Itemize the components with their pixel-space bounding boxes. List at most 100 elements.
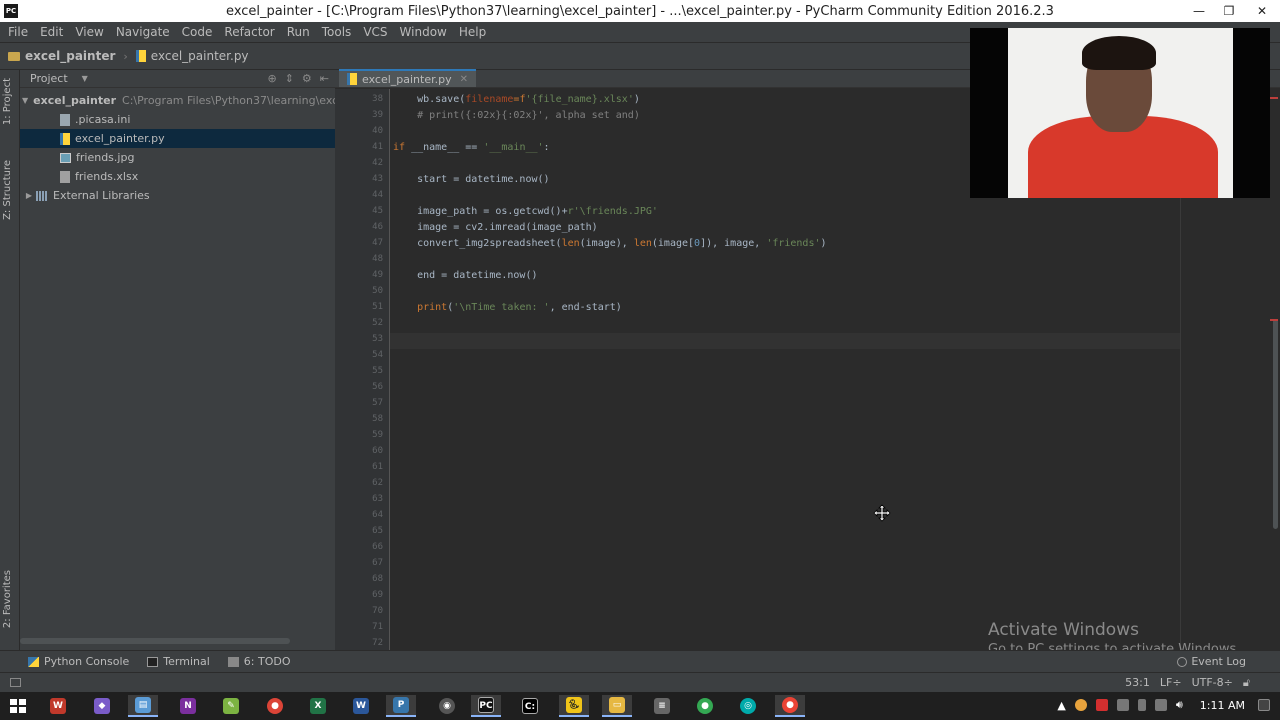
line-number: 63 [372, 494, 383, 504]
terminal-icon [147, 656, 159, 667]
code-line-38: wb.save(filename=f'{file_name}.xlsx') [393, 94, 640, 105]
tray-app-icon[interactable] [1074, 699, 1087, 711]
taskbar-word-doc-icon[interactable]: W [346, 695, 376, 717]
taskbar-notepad-icon[interactable]: ✎ [216, 695, 246, 717]
clock[interactable]: 1:11 AM [1200, 699, 1245, 712]
scrollbar-thumb[interactable] [1273, 319, 1278, 529]
hide-icon[interactable]: ⇤ [320, 72, 329, 85]
restore-button[interactable]: ❐ [1214, 0, 1244, 22]
project-view-label[interactable]: Project [30, 72, 68, 85]
taskbar-pycharm-icon[interactable]: PC [471, 695, 501, 717]
tool-tab-terminal[interactable]: Terminal [147, 655, 210, 668]
line-number: 64 [372, 510, 383, 520]
menu-edit[interactable]: Edit [34, 25, 69, 39]
breadcrumb-file[interactable]: excel_painter.py [135, 49, 249, 63]
image-file-icon [60, 152, 71, 163]
line-number: 61 [372, 462, 383, 472]
menu-view[interactable]: View [69, 25, 109, 39]
close-tab-icon[interactable]: ✕ [460, 74, 468, 85]
tool-tab-structure[interactable]: Z: Structure [2, 160, 13, 220]
close-button[interactable]: ✕ [1244, 0, 1280, 22]
menu-file[interactable]: File [2, 25, 34, 39]
battery-icon[interactable] [1137, 699, 1146, 711]
event-log-button[interactable]: Event Log [1177, 655, 1246, 668]
windows-start-button[interactable] [10, 699, 26, 713]
volume-icon[interactable]: 🔊︎ [1176, 698, 1183, 712]
line-number: 71 [372, 622, 383, 632]
sync-icon[interactable]: ⊕ [267, 72, 276, 85]
chevron-down-icon[interactable]: ▼ [82, 74, 88, 83]
taskbar-word-icon[interactable]: W [43, 695, 73, 717]
taskbar-git-icon[interactable]: ◆ [87, 695, 117, 717]
menu-run[interactable]: Run [281, 25, 316, 39]
tool-tab-favorites[interactable]: 2: Favorites [2, 570, 13, 628]
taskbar-recorder-icon[interactable]: ◎ [733, 695, 763, 717]
file-encoding[interactable]: UTF-8÷ [1192, 676, 1233, 690]
network-icon[interactable] [1154, 699, 1167, 711]
tray-expand-icon[interactable]: ▲ [1057, 699, 1065, 712]
folder-icon [8, 51, 20, 61]
code-line-41: if __name__ == '__main__': [393, 142, 550, 153]
error-stripe-marker[interactable] [1270, 319, 1278, 321]
menu-tools[interactable]: Tools [316, 25, 358, 39]
line-number: 46 [372, 222, 383, 232]
taskbar-chrome2-icon[interactable]: ● [690, 695, 720, 717]
event-log-icon [1177, 657, 1188, 667]
tree-item-picasa-ini[interactable]: .picasa.ini [20, 110, 335, 129]
line-number: 59 [372, 430, 383, 440]
line-number: 57 [372, 398, 383, 408]
tab-excel-painter-py[interactable]: excel_painter.py ✕ [339, 69, 476, 87]
project-horizontal-scrollbar[interactable] [20, 638, 290, 644]
caret-position[interactable]: 53:1 [1125, 676, 1150, 690]
taskbar-media-icon[interactable]: ◉ [432, 695, 462, 717]
minimize-button[interactable]: — [1184, 0, 1214, 22]
line-number-gutter: 38 39 40 41 42 43 44 45 46 47 48 49 50 51 52 53 54 55 56 57… [335, 89, 390, 664]
tree-item-external-libraries[interactable]: ▶ External Libraries [20, 186, 335, 205]
tool-windows-toggle-icon[interactable] [10, 678, 21, 687]
taskbar-chrome3-icon[interactable]: ● [775, 695, 805, 717]
tool-tab-python-console[interactable]: Python Console [28, 655, 129, 668]
tree-item-friends-xlsx[interactable]: friends.xlsx [20, 167, 335, 186]
line-separator[interactable]: LF÷ [1160, 676, 1182, 690]
breadcrumb-project[interactable]: excel_painter [8, 49, 115, 63]
lock-icon[interactable]: 🔓︎ [1243, 676, 1250, 690]
error-stripe-marker[interactable] [1270, 97, 1278, 99]
line-number: 62 [372, 478, 383, 488]
taskbar-cmd-icon[interactable]: C: [515, 695, 545, 717]
line-number: 51 [372, 302, 383, 312]
menu-help[interactable]: Help [453, 25, 492, 39]
tool-tab-todo[interactable]: 6: TODO [227, 655, 291, 668]
menu-vcs[interactable]: VCS [357, 25, 393, 39]
code-line-46: image = cv2.imread(image_path) [393, 222, 598, 233]
tool-tab-project[interactable]: 1: Project [2, 78, 13, 125]
collapsed-arrow-icon[interactable]: ▶ [22, 191, 36, 200]
menu-navigate[interactable]: Navigate [110, 25, 176, 39]
tray-antivirus-icon[interactable] [1095, 699, 1108, 711]
line-number: 54 [372, 350, 383, 360]
taskbar-excel-icon[interactable]: X [303, 695, 333, 717]
taskbar-explorer-icon[interactable]: ▭ [602, 695, 632, 717]
tree-item-friends-jpg[interactable]: friends.jpg [20, 148, 335, 167]
notifications-icon[interactable] [1258, 699, 1270, 711]
taskbar-chrome-icon[interactable]: ● [260, 695, 290, 717]
editor-vertical-scrollbar[interactable] [1270, 89, 1280, 650]
tree-item-project-root[interactable]: ▼ excel_painter C:\Program Files\Python3… [20, 91, 335, 110]
taskbar-onenote-icon[interactable]: N [173, 695, 203, 717]
windows-taskbar: W ◆ ▤ N ✎ ● X W P ◉ PC C: 🐍︎ ▭ ≡ ● ◎ ● ▲… [0, 692, 1280, 720]
tray-notes-icon[interactable] [1116, 699, 1129, 711]
taskbar-python-icon[interactable]: P [386, 695, 416, 717]
taskbar-files-icon[interactable]: ≡ [647, 695, 677, 717]
taskbar-idle-icon[interactable]: 🐍︎ [559, 695, 589, 717]
line-number: 68 [372, 574, 383, 584]
gear-icon[interactable]: ⚙ [302, 72, 312, 85]
line-number: 56 [372, 382, 383, 392]
collapse-icon[interactable]: ⇕ [285, 72, 294, 85]
taskbar-app-icon[interactable]: ▤ [128, 695, 158, 717]
menu-refactor[interactable]: Refactor [218, 25, 280, 39]
line-number: 47 [372, 238, 383, 248]
text-file-icon [60, 113, 70, 126]
expanded-arrow-icon[interactable]: ▼ [22, 96, 28, 105]
tree-item-excel-painter-py[interactable]: excel_painter.py [20, 129, 335, 148]
menu-code[interactable]: Code [176, 25, 219, 39]
menu-window[interactable]: Window [394, 25, 453, 39]
